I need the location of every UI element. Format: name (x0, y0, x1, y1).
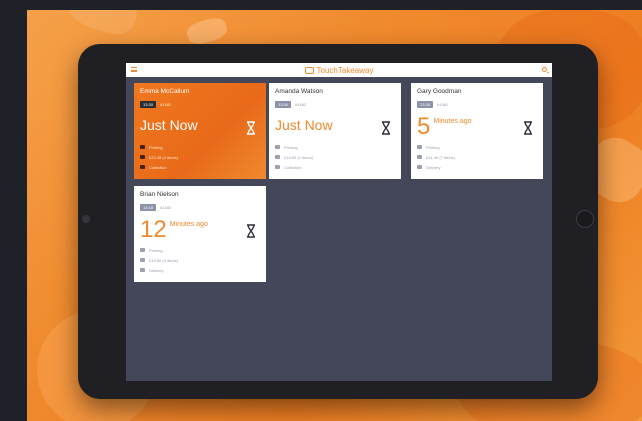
printer-icon (140, 145, 145, 149)
search-icon[interactable] (542, 67, 547, 72)
background-shape (62, 10, 142, 41)
order-card[interactable]: Amanda Watson 13:30 #1482 Just Now Print… (269, 83, 401, 179)
order-age: 12 Minutes ago (140, 218, 208, 242)
print-status: Printing (149, 144, 163, 150)
order-time-badge: 13:18 (140, 204, 157, 211)
customer-name: Gary Goodman (417, 88, 462, 95)
customer-name: Emma McCallum (140, 88, 190, 95)
print-status: Printing (284, 144, 298, 150)
minutes-value: 5 (417, 113, 431, 140)
basket-icon (417, 155, 422, 159)
fulfilment-type: Delivery (426, 164, 441, 170)
order-total: £22.45 (4 items) (149, 154, 178, 160)
hourglass-icon (247, 224, 255, 238)
delivery-icon (140, 165, 145, 169)
app-brand: TouchTakeaway (304, 65, 374, 75)
app-screen: TouchTakeaway Emma McCallum 13:30 #1482 … (126, 63, 552, 381)
background-shape (184, 15, 230, 47)
order-card[interactable]: Emma McCallum 13:30 #1482 Just Now Print… (134, 83, 266, 179)
basket-icon (140, 155, 145, 159)
print-status: Printing (426, 144, 440, 150)
fulfilment-type: Collection (149, 164, 167, 170)
printer-icon (417, 145, 422, 149)
minutes-unit: Minutes ago (169, 221, 208, 228)
printer-icon (275, 145, 280, 149)
order-total: £31.40 (7 items) (426, 154, 455, 160)
order-number: #1480 (160, 205, 172, 210)
camera-icon (82, 215, 90, 223)
fulfilment-type: Collection (284, 164, 302, 170)
menu-icon[interactable] (131, 67, 137, 72)
order-age: Just Now (275, 117, 333, 133)
fulfilment-type: Delivery (149, 267, 164, 273)
order-total: £19.80 (3 items) (149, 257, 178, 263)
hourglass-icon (382, 121, 390, 135)
order-age: Just Now (140, 117, 198, 133)
app-title: TouchTakeaway (316, 65, 374, 75)
printer-icon (140, 248, 145, 252)
minutes-unit: Minutes ago (433, 118, 472, 125)
customer-name: Amanda Watson (275, 88, 323, 95)
order-time-badge: 13:26 (417, 101, 434, 108)
tablet-device: TouchTakeaway Emma McCallum 13:30 #1482 … (78, 44, 598, 399)
takeaway-logo-icon (304, 66, 314, 74)
order-number: #1482 (295, 102, 307, 107)
delivery-icon (275, 165, 280, 169)
customer-name: Brian Nielson (140, 191, 179, 198)
delivery-icon (140, 268, 145, 272)
home-button[interactable] (576, 210, 594, 228)
promo-background: TouchTakeaway Emma McCallum 13:30 #1482 … (27, 10, 642, 421)
print-status: Printing (149, 247, 163, 253)
order-time-badge: 13:30 (275, 101, 292, 108)
order-age: 5 Minutes ago (417, 115, 472, 139)
basket-icon (275, 155, 280, 159)
order-number: #1481 (437, 102, 449, 107)
order-card[interactable]: Gary Goodman 13:26 #1481 5 Minutes ago P… (411, 83, 543, 179)
app-header: TouchTakeaway (126, 63, 552, 77)
basket-icon (140, 258, 145, 262)
order-time-badge: 13:30 (140, 101, 157, 108)
delivery-icon (417, 165, 422, 169)
hourglass-icon (247, 121, 255, 135)
hourglass-icon (524, 121, 532, 135)
minutes-value: 12 (140, 216, 167, 243)
order-card[interactable]: Brian Nielson 13:18 #1480 12 Minutes ago… (134, 186, 266, 282)
order-total: £18.60 (2 items) (284, 154, 313, 160)
order-number: #1482 (160, 102, 172, 107)
